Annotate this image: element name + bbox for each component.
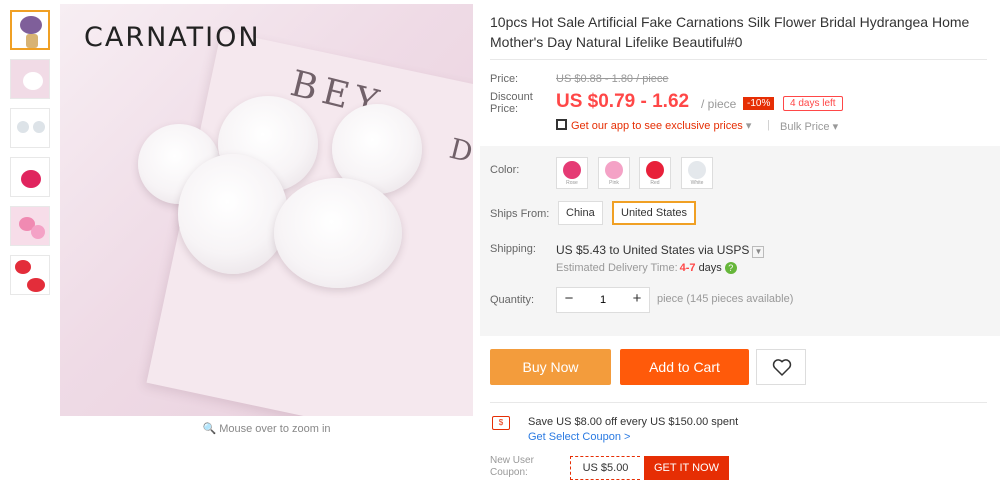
color-swatch-pink[interactable]: Pink [598,157,630,189]
color-label: Color: [490,164,520,176]
color-swatch-rose[interactable]: Rose [556,157,588,189]
days-left-badge: 4 days left [783,96,843,111]
discount-price-label: Discount Price: [490,91,533,115]
divider [490,59,987,60]
ships-from-china[interactable]: China [558,201,603,225]
thumbnail-strip [10,10,52,304]
thumbnail-1[interactable] [10,10,50,50]
price-label: Price: [490,73,519,85]
add-to-cart-button[interactable]: Add to Cart [620,349,749,385]
image-brand-text: CARNATION [84,22,261,53]
thumbnail-4[interactable] [10,157,50,197]
wishlist-button[interactable] [756,349,806,385]
discount-badge: -10% [743,97,775,110]
flower [178,154,288,274]
quantity-increase-button[interactable]: + [625,288,649,312]
chevron-down-icon: ▾ [745,120,752,132]
ships-from-united-states[interactable]: United States [612,201,697,225]
quantity-decrease-button[interactable]: − [557,288,581,312]
product-info: 10pcs Hot Sale Artificial Fake Carnation… [480,0,1000,482]
flower [274,178,402,288]
store-coupon-text: Save US $8.00 off every US $150.00 spent [528,416,739,428]
bulk-price-dropdown[interactable]: Bulk Price ▾ [780,120,838,133]
quantity-available: piece (145 pieces available) [657,293,794,305]
discount-price: US $0.79 - 1.62 [556,91,690,112]
quantity-label: Quantity: [490,294,535,306]
heart-icon [772,359,792,376]
color-swatch-red[interactable]: Red [639,157,671,189]
qr-code-icon [556,119,567,130]
separator: | [767,119,770,131]
quantity-stepper: − + [556,287,650,313]
zoom-hint: 🔍 Mouse over to zoom in [202,423,331,435]
get-coupon-link[interactable]: Get Select Coupon > [528,431,630,443]
buy-now-button[interactable]: Buy Now [490,349,611,385]
thumbnail-6[interactable] [10,255,50,295]
main-product-image[interactable]: BEY D CARNATION [60,4,473,416]
thumbnail-2[interactable] [10,59,50,99]
price-unit: / piece [701,97,737,111]
chevron-down-icon[interactable]: ▼ [752,246,765,258]
new-user-coupon-label: New User Coupon: [490,455,534,478]
get-it-now-button[interactable]: GET IT NOW [644,456,729,480]
shipping-label: Shipping: [490,243,536,255]
shipping-method[interactable]: US $5.43 to United States via USPS ▼ [556,243,765,258]
help-icon[interactable]: ? [724,262,737,274]
delivery-estimate: Estimated Delivery Time: 4-7 days? [556,262,737,274]
product-title: 10pcs Hot Sale Artificial Fake Carnation… [490,14,970,50]
chevron-down-icon: ▾ [832,121,839,133]
original-price: US $0.88 - 1.80 / piece [556,73,669,85]
thumbnail-5[interactable] [10,206,50,246]
color-swatch-white[interactable]: White [681,157,713,189]
ships-from-label: Ships From: [490,208,550,220]
quantity-input[interactable] [581,290,625,310]
coupon-icon: $ [492,416,510,430]
app-promo-link[interactable]: Get our app to see exclusive prices ▾ [556,119,751,132]
new-user-coupon-amount: US $5.00 [570,456,640,480]
thumbnail-3[interactable] [10,108,50,148]
divider [490,402,987,403]
